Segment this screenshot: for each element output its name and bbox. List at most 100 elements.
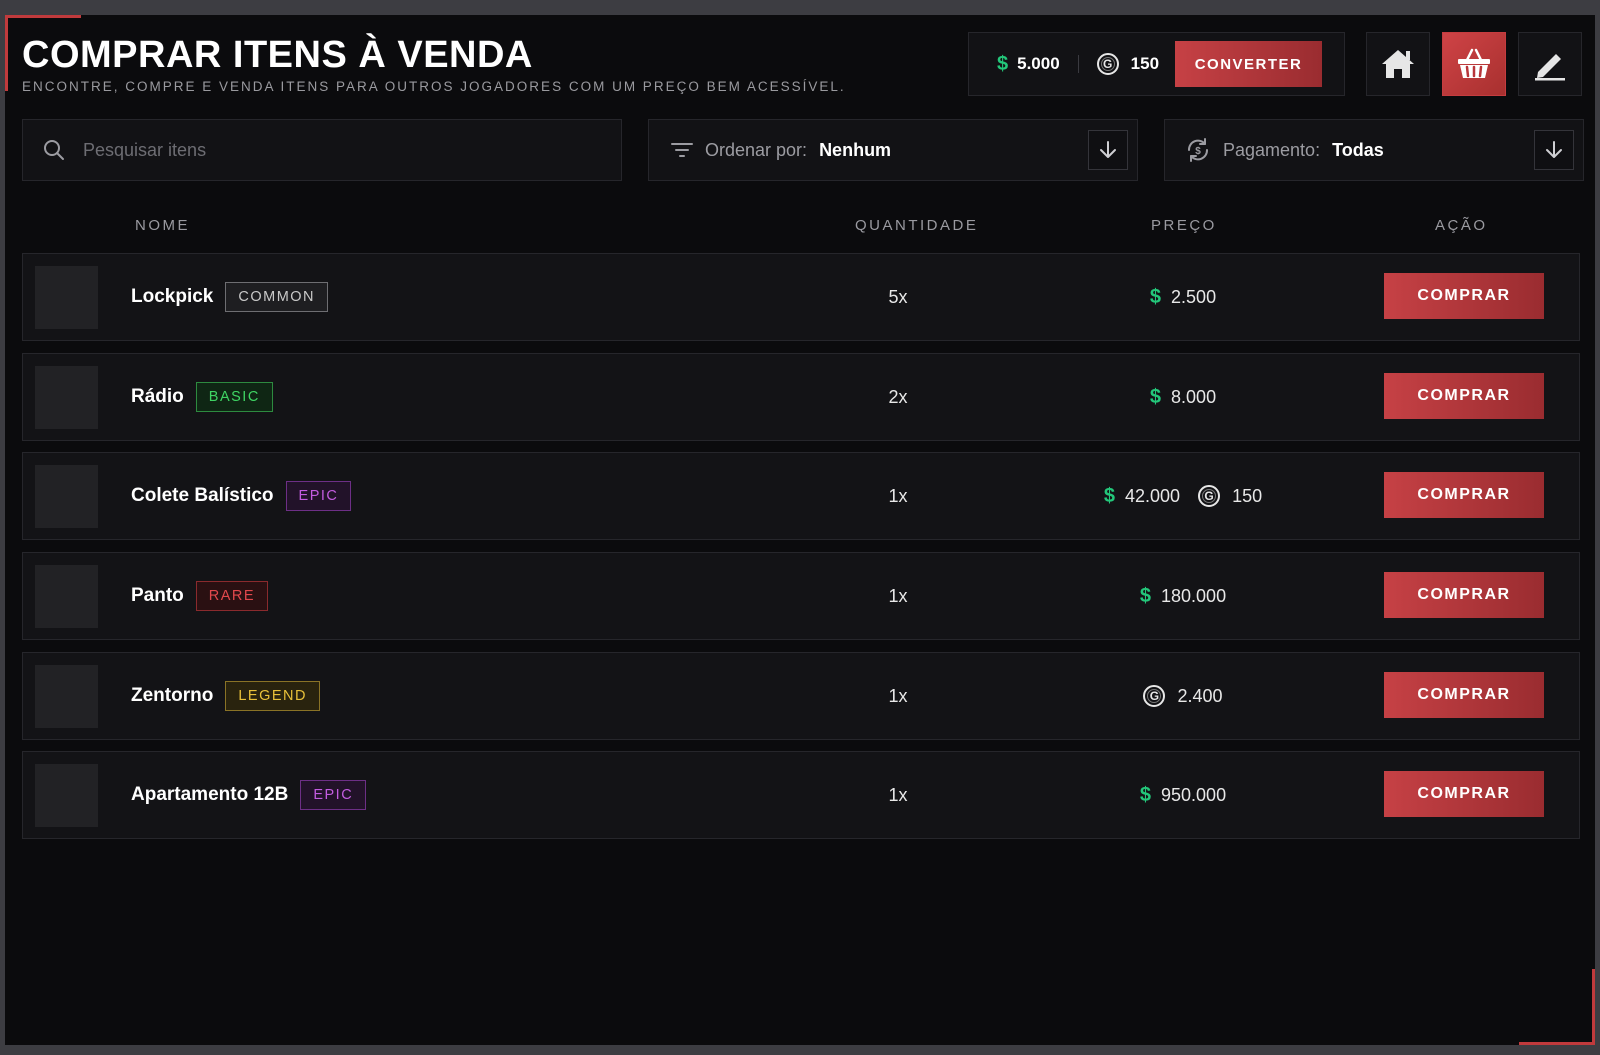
payment-value: Todas [1332,139,1384,160]
item-name-cell: Rádio BASIC [131,354,273,440]
rarity-badge: LEGEND [225,681,320,711]
column-header-quantity: QUANTIDADE [855,217,979,234]
table-row: Panto RARE 1x $ 180.000 COMPRAR [22,552,1580,640]
svg-text:$: $ [1195,146,1201,157]
item-name: Apartamento 12B [131,784,289,805]
item-quantity: 1x [888,784,908,805]
coin-icon: G [1143,685,1166,707]
dollar-icon: $ [1139,584,1152,607]
rarity-badge: COMMON [225,282,329,312]
page-header: COMPRAR ITENS À VENDA ENCONTRE, COMPRE E… [22,33,846,94]
item-name: Rádio [131,386,184,407]
buy-button[interactable]: COMPRAR [1384,472,1544,518]
payment-dropdown-button[interactable] [1534,130,1574,170]
price-money-value: 180.000 [1161,585,1227,606]
market-window: COMPRAR ITENS À VENDA ENCONTRE, COMPRE E… [5,15,1595,1045]
wallet-panel: $ 5.000 G 150 CONVERTER [968,32,1345,96]
item-quantity: 5x [888,286,908,307]
dollar-icon: $ [1149,285,1162,308]
rarity-badge: EPIC [300,780,367,810]
item-name: Lockpick [131,286,214,307]
price-coins: G 150 [1198,485,1262,507]
price-money-value: 950.000 [1161,784,1227,805]
convert-button[interactable]: CONVERTER [1175,41,1323,87]
item-name: Zentorno [131,685,214,706]
filter-icon [671,143,693,157]
dollar-icon: $ [1103,484,1115,507]
item-quantity: 1x [888,585,908,606]
arrow-down-icon [1100,141,1116,158]
price-money: $ 8.000 [1150,386,1216,409]
table-row: Rádio BASIC 2x $ 8.000 COMPRAR [22,353,1580,441]
basket-icon [1458,48,1490,78]
page-title: COMPRAR ITENS À VENDA [22,34,533,76]
pencil-icon [1535,54,1565,81]
item-thumbnail [35,366,98,429]
price-money-value: 42.000 [1125,485,1181,506]
sort-select[interactable]: Ordenar por: Nenhum [648,119,1138,181]
table-row: Colete Balístico EPIC 1x $ 42.000 G 150 … [22,452,1580,540]
item-thumbnail [35,665,98,728]
item-price: $ 42.000 G 150 [1053,453,1313,539]
price-money: $ 950.000 [1140,784,1226,807]
rarity-badge: RARE [195,581,269,611]
buy-button[interactable]: COMPRAR [1384,373,1544,419]
item-thumbnail [35,266,98,329]
item-quantity: 2x [888,386,908,407]
search-input[interactable] [83,139,563,161]
sort-dropdown-button[interactable] [1088,130,1128,170]
payment-label: Pagamento: [1223,139,1321,160]
coin-icon: G [1198,485,1221,507]
item-name-cell: Lockpick COMMON [131,254,329,340]
item-name-cell: Colete Balístico EPIC [131,453,352,539]
item-thumbnail [35,565,98,628]
buy-button[interactable]: COMPRAR [1384,273,1544,319]
payment-select[interactable]: $ Pagamento: Todas [1164,119,1584,181]
table-row: Apartamento 12B EPIC 1x $ 950.000 COMPRA… [22,751,1580,839]
dollar-icon: $ [1149,385,1162,408]
price-coins-value: 150 [1232,485,1263,506]
edit-button[interactable] [1518,32,1582,96]
market-button[interactable] [1442,32,1506,96]
column-header-action: AÇÃO [1435,217,1488,234]
corner-accent [1519,969,1595,1045]
wallet-money: $ 5.000 [997,33,1060,95]
column-header-name: NOME [135,217,190,234]
price-money-value: 8.000 [1171,386,1217,407]
item-name: Colete Balístico [131,485,274,506]
home-button[interactable] [1366,32,1430,96]
column-header-price: PREÇO [1151,217,1217,234]
item-thumbnail [35,465,98,528]
item-price: $ 180.000 [1053,553,1313,639]
buy-button[interactable]: COMPRAR [1384,572,1544,618]
price-coins: G 2.400 [1143,685,1223,707]
exchange-icon: $ [1187,138,1209,162]
item-name: Panto [131,585,184,606]
wallet-divider [1077,55,1079,73]
item-name-cell: Apartamento 12B EPIC [131,752,367,838]
table-row: Lockpick COMMON 5x $ 2.500 COMPRAR [22,253,1580,341]
dollar-icon: $ [997,52,1009,75]
buy-button[interactable]: COMPRAR [1384,771,1544,817]
rarity-badge: EPIC [285,481,352,511]
wallet-coins-value: 150 [1130,54,1160,73]
item-price: $ 8.000 [1053,354,1313,440]
wallet-money-value: 5.000 [1017,54,1060,73]
search-box[interactable] [22,119,622,181]
rarity-badge: BASIC [195,382,273,412]
search-icon [44,140,64,160]
price-money: $ 2.500 [1150,286,1216,309]
item-price: G 2.400 [1053,653,1313,739]
item-price: $ 2.500 [1053,254,1313,340]
price-money: $ 180.000 [1140,585,1226,608]
item-quantity: 1x [888,485,908,506]
wallet-coins: G 150 [1096,33,1160,95]
sort-label: Ordenar por: [705,139,808,160]
item-name-cell: Zentorno LEGEND [131,653,320,739]
price-coins-value: 2.400 [1177,685,1223,706]
page-subtitle: ENCONTRE, COMPRE E VENDA ITENS PARA OUTR… [22,79,846,94]
price-money-value: 2.500 [1171,286,1217,307]
buy-button[interactable]: COMPRAR [1384,672,1544,718]
arrow-down-icon [1546,141,1562,158]
sort-value: Nenhum [819,139,892,160]
